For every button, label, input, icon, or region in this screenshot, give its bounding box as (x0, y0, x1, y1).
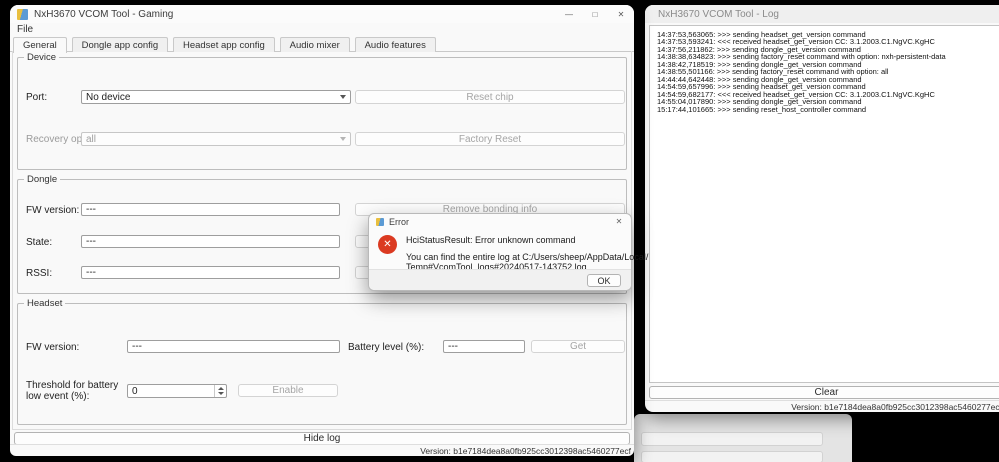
clear-log-button[interactable]: Clear (649, 386, 999, 399)
error-log-path-line1: You can find the entire log at C:/Users/… (406, 252, 649, 262)
maximize-icon[interactable]: □ (582, 5, 608, 23)
headset-group: Headset FW version: --- Battery level (%… (17, 298, 627, 425)
dongle-rssi-field[interactable]: --- (81, 266, 340, 279)
app-icon (17, 8, 28, 20)
log-version-bar: Version: b1e7184dea8a0fb925cc3012398ac54… (645, 400, 999, 412)
tab-audio-features[interactable]: Audio features (354, 37, 436, 52)
background-window-bar (641, 451, 823, 462)
error-message: HciStatusResult: Error unknown command (406, 235, 576, 245)
headset-fw-version-value: --- (132, 341, 142, 352)
menu-file[interactable]: File (10, 23, 40, 36)
tab-bar: General Dongle app config Headset app co… (10, 37, 634, 53)
battery-threshold-spinner[interactable]: 0 (127, 384, 227, 398)
dongle-fw-version-value: --- (86, 204, 96, 215)
port-select[interactable]: No device (81, 90, 351, 104)
tab-dongle-app-config[interactable]: Dongle app config (71, 37, 169, 52)
background-window-bar (641, 432, 823, 446)
tab-headset-app-config[interactable]: Headset app config (172, 37, 275, 52)
device-group: Device Port: No device Reset chip Recove… (17, 52, 627, 170)
error-dialog-app-icon (376, 217, 384, 226)
tab-audio-mixer[interactable]: Audio mixer (279, 37, 350, 52)
headset-group-label: Headset (24, 298, 66, 309)
main-version-bar: Version: b1e7184dea8a0fb925cc3012398ac54… (10, 444, 634, 456)
main-window-title: NxH3670 VCOM Tool - Gaming (34, 8, 174, 20)
log-window: NxH3670 VCOM Tool - Log 14:37:53,563065:… (645, 5, 999, 412)
battery-level-field[interactable]: --- (443, 340, 525, 353)
tab-general[interactable]: General (13, 37, 67, 53)
battery-threshold-value: 0 (132, 385, 138, 397)
log-lines: 14:37:53,563065: >>> sending headset_get… (657, 31, 999, 114)
error-dialog: Error ✕ ✕ HciStatusResult: Error unknown… (368, 213, 648, 291)
dongle-state-label: State: (26, 237, 53, 248)
error-dialog-title: Error (389, 216, 409, 227)
battery-level-value: --- (448, 341, 458, 352)
dongle-state-field[interactable]: --- (81, 235, 340, 248)
error-dialog-footer: OK (369, 269, 631, 290)
enable-threshold-button[interactable]: Enable (238, 384, 338, 397)
close-icon[interactable]: ✕ (608, 5, 634, 23)
headset-fw-version-field[interactable]: --- (127, 340, 340, 353)
headset-fw-version-label: FW version: (26, 342, 80, 353)
recovery-options-select[interactable]: all (81, 132, 351, 146)
ok-button[interactable]: OK (587, 274, 621, 287)
log-window-title: NxH3670 VCOM Tool - Log (658, 8, 779, 20)
reset-chip-button[interactable]: Reset chip (355, 90, 625, 104)
get-battery-button[interactable]: Get (531, 340, 625, 353)
dongle-rssi-value: --- (86, 267, 96, 278)
recovery-options-value: all (86, 133, 97, 145)
minimize-icon[interactable]: — (556, 5, 582, 23)
log-version-text: Version: b1e7184dea8a0fb925cc3012398ac54… (791, 401, 999, 412)
dongle-state-value: --- (86, 236, 96, 247)
dongle-fw-version-field[interactable]: --- (81, 203, 340, 216)
port-select-value: No device (86, 91, 131, 103)
error-dialog-titlebar[interactable]: Error ✕ (369, 214, 631, 229)
factory-reset-button[interactable]: Factory Reset (355, 132, 625, 146)
battery-level-label: Battery level (%): (348, 342, 425, 353)
chevron-down-icon (340, 137, 346, 141)
battery-threshold-label: Threshold for battery low event (%): (26, 380, 119, 402)
dongle-fw-version-label: FW version: (26, 205, 80, 216)
dongle-group-label: Dongle (24, 174, 61, 185)
dialog-close-icon[interactable]: ✕ (607, 217, 631, 226)
menubar: File (10, 23, 634, 37)
log-window-titlebar[interactable]: NxH3670 VCOM Tool - Log (645, 5, 999, 23)
log-line: 15:17:44,101665: >>> sending reset_host_… (657, 104, 867, 114)
port-label: Port: (26, 92, 48, 103)
log-output[interactable]: 14:37:53,563065: >>> sending headset_get… (649, 25, 999, 383)
device-group-label: Device (24, 52, 60, 63)
main-titlebar[interactable]: NxH3670 VCOM Tool - Gaming — □ ✕ (10, 5, 634, 23)
chevron-down-icon (340, 95, 346, 99)
spinner-arrows-icon[interactable] (214, 385, 224, 397)
dongle-rssi-label: RSSI: (26, 268, 53, 279)
desktop: NxH3670 VCOM Tool - Log 14:37:53,563065:… (0, 0, 999, 462)
main-version-text: Version: b1e7184dea8a0fb925cc3012398ac54… (420, 445, 631, 456)
error-icon: ✕ (378, 235, 397, 254)
background-window-fragment (634, 414, 852, 462)
